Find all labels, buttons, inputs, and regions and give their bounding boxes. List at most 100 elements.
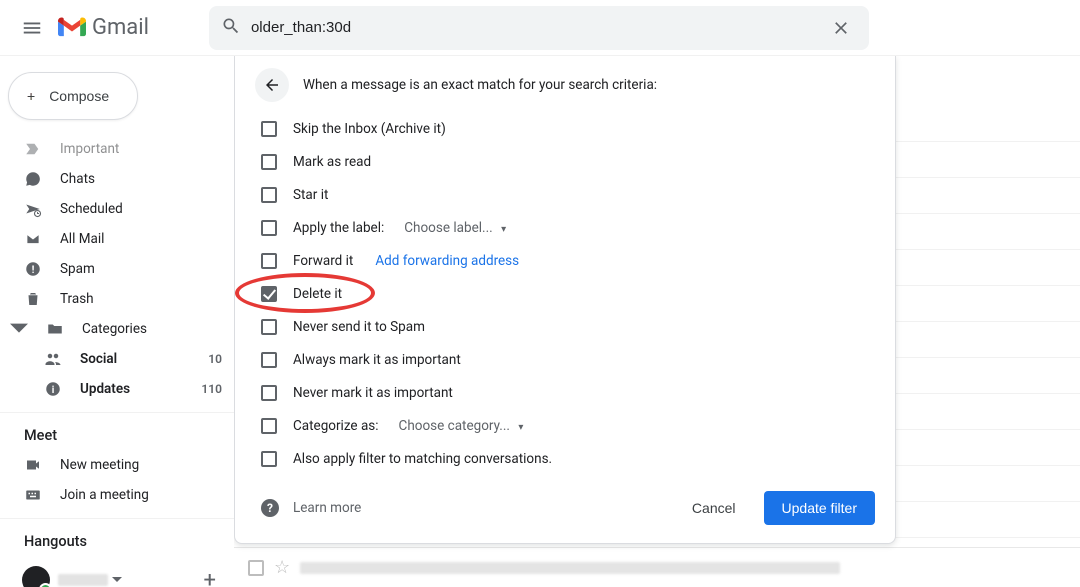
cancel-button[interactable]: Cancel bbox=[678, 492, 750, 524]
opt-label: Star it bbox=[293, 187, 328, 203]
opt-label: Mark as read bbox=[293, 154, 371, 170]
caret-down-icon bbox=[10, 320, 28, 338]
back-button[interactable] bbox=[255, 68, 289, 102]
info-icon: i bbox=[44, 380, 62, 398]
sidebar-item-label: Spam bbox=[60, 261, 95, 277]
opt-apply-label[interactable]: Apply the label: Choose label... bbox=[255, 211, 875, 244]
header: Gmail bbox=[0, 0, 1080, 56]
hangouts-name bbox=[58, 574, 108, 586]
help-icon[interactable]: ? bbox=[261, 499, 279, 517]
search-input[interactable] bbox=[241, 19, 825, 36]
sidebar-item-label: All Mail bbox=[60, 231, 104, 247]
category-select[interactable]: Choose category... bbox=[399, 418, 524, 434]
compose-button[interactable]: + Compose bbox=[8, 72, 138, 120]
search-bar[interactable] bbox=[209, 6, 869, 50]
sidebar-count: 110 bbox=[201, 382, 222, 396]
filter-panel: When a message is an exact match for you… bbox=[234, 56, 896, 544]
checkbox[interactable] bbox=[261, 418, 277, 434]
app-name: Gmail bbox=[92, 15, 149, 40]
sidebar-item-categories[interactable]: Categories bbox=[0, 314, 234, 344]
svg-text:i: i bbox=[52, 385, 55, 396]
clear-search-icon[interactable] bbox=[825, 12, 857, 44]
checkbox[interactable] bbox=[261, 385, 277, 401]
opt-never-important[interactable]: Never mark it as important bbox=[255, 376, 875, 409]
filter-header-text: When a message is an exact match for you… bbox=[303, 77, 657, 93]
people-icon bbox=[44, 350, 62, 368]
checkbox-checked[interactable] bbox=[261, 286, 277, 302]
select-all-checkbox[interactable] bbox=[248, 560, 264, 576]
sidebar-item-important[interactable]: Important bbox=[0, 134, 234, 164]
sidebar-item-label: Important bbox=[60, 141, 119, 157]
sidebar-item-trash[interactable]: Trash bbox=[0, 284, 234, 314]
arrow-left-icon bbox=[263, 76, 281, 94]
opt-forward[interactable]: Forward it Add forwarding address bbox=[255, 244, 875, 277]
checkbox[interactable] bbox=[261, 187, 277, 203]
opt-always-important[interactable]: Always mark it as important bbox=[255, 343, 875, 376]
checkbox[interactable] bbox=[261, 253, 277, 269]
meet-join-meeting[interactable]: Join a meeting bbox=[0, 480, 234, 510]
sidebar-item-label: Chats bbox=[60, 171, 95, 187]
checkbox[interactable] bbox=[261, 451, 277, 467]
opt-label: Skip the Inbox (Archive it) bbox=[293, 121, 446, 137]
sidebar-item-scheduled[interactable]: Scheduled bbox=[0, 194, 234, 224]
checkbox[interactable] bbox=[261, 154, 277, 170]
star-icon[interactable]: ☆ bbox=[274, 557, 290, 578]
opt-label: Categorize as: bbox=[293, 418, 379, 434]
sidebar-item-chats[interactable]: Chats bbox=[0, 164, 234, 194]
sidebar-item-spam[interactable]: ! Spam bbox=[0, 254, 234, 284]
gmail-icon bbox=[58, 17, 86, 39]
avatar[interactable] bbox=[22, 566, 50, 587]
sidebar-item-label: New meeting bbox=[60, 457, 139, 473]
opt-label: Never send it to Spam bbox=[293, 319, 425, 335]
opt-also-apply[interactable]: Also apply filter to matching conversati… bbox=[255, 442, 875, 475]
opt-label: Apply the label: bbox=[293, 220, 384, 236]
hangouts-add-icon[interactable]: + bbox=[204, 568, 216, 587]
label-select[interactable]: Choose label... bbox=[404, 220, 506, 236]
meet-new-meeting[interactable]: New meeting bbox=[0, 450, 234, 480]
schedule-icon bbox=[24, 200, 42, 218]
trash-icon bbox=[24, 290, 42, 308]
sidebar-item-social[interactable]: Social 10 bbox=[0, 344, 234, 374]
toolbar-blur bbox=[300, 562, 840, 574]
layout: + Compose Important Chats Scheduled All … bbox=[0, 56, 1080, 587]
label-important-icon bbox=[24, 140, 42, 158]
sidebar-item-label: Social bbox=[80, 351, 117, 367]
compose-plus-icon: + bbox=[27, 89, 35, 103]
sidebar-count: 10 bbox=[208, 352, 222, 366]
opt-label: Also apply filter to matching conversati… bbox=[293, 451, 552, 467]
opt-label: Delete it bbox=[293, 286, 342, 302]
sidebar-item-allmail[interactable]: All Mail bbox=[0, 224, 234, 254]
sidebar-item-label: Scheduled bbox=[60, 201, 123, 217]
checkbox[interactable] bbox=[261, 352, 277, 368]
filter-panel-header: When a message is an exact match for you… bbox=[255, 68, 875, 102]
spam-icon: ! bbox=[24, 260, 42, 278]
checkbox[interactable] bbox=[261, 220, 277, 236]
sidebar-item-label: Categories bbox=[82, 321, 147, 337]
sidebar-item-label: Trash bbox=[60, 291, 94, 307]
opt-never-spam[interactable]: Never send it to Spam bbox=[255, 310, 875, 343]
caret-down-icon[interactable] bbox=[112, 575, 122, 585]
folder-icon bbox=[46, 320, 64, 338]
search-icon bbox=[221, 16, 241, 40]
hangouts-row: + bbox=[0, 556, 234, 587]
sidebar-item-updates[interactable]: i Updates 110 bbox=[0, 374, 234, 404]
opt-mark-read[interactable]: Mark as read bbox=[255, 145, 875, 178]
learn-more-link[interactable]: Learn more bbox=[293, 500, 361, 516]
opt-skip-inbox[interactable]: Skip the Inbox (Archive it) bbox=[255, 112, 875, 145]
opt-star[interactable]: Star it bbox=[255, 178, 875, 211]
meet-section-label: Meet bbox=[0, 412, 234, 450]
mail-icon bbox=[24, 230, 42, 248]
sidebar-item-label: Updates bbox=[80, 381, 130, 397]
menu-icon[interactable] bbox=[12, 8, 52, 48]
checkbox[interactable] bbox=[261, 121, 277, 137]
gmail-logo[interactable]: Gmail bbox=[58, 15, 149, 40]
opt-delete[interactable]: Delete it bbox=[255, 277, 875, 310]
opt-categorize[interactable]: Categorize as: Choose category... bbox=[255, 409, 875, 442]
search-wrap bbox=[209, 6, 869, 50]
checkbox[interactable] bbox=[261, 319, 277, 335]
sidebar: + Compose Important Chats Scheduled All … bbox=[0, 56, 234, 587]
add-forwarding-link[interactable]: Add forwarding address bbox=[375, 253, 519, 269]
mail-toolbar: ☆ bbox=[234, 547, 1080, 587]
update-filter-button[interactable]: Update filter bbox=[764, 491, 875, 525]
opt-label: Forward it bbox=[293, 253, 353, 269]
